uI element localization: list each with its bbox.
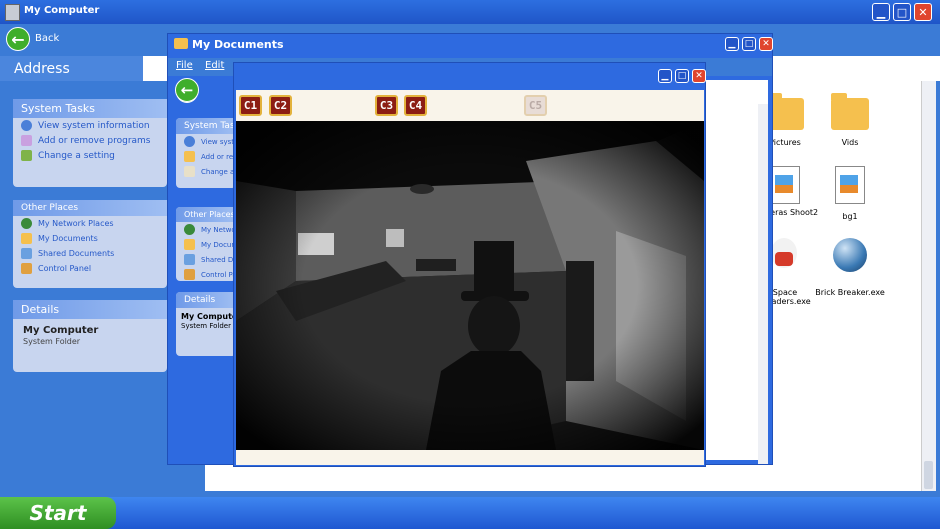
camera-scene-image: [236, 121, 704, 450]
back-arrow-icon: ←: [11, 29, 25, 49]
camera-selector-bar: [236, 90, 704, 121]
system-tasks-heading: System Tasks: [13, 99, 167, 118]
control-panel-icon: [184, 269, 195, 280]
details-type: System Folder: [23, 337, 81, 346]
security-camera-feed: [236, 121, 704, 450]
close-button[interactable]: ✕: [759, 37, 773, 51]
image-file-icon: [770, 166, 800, 204]
details-heading: Details: [13, 300, 167, 319]
folder-icon: [174, 38, 188, 49]
computer-icon: [5, 4, 20, 21]
close-button[interactable]: ✕: [914, 3, 932, 21]
back-arrow-icon: ←: [180, 81, 194, 99]
menu-edit[interactable]: Edit: [205, 60, 224, 71]
ball-icon: [833, 238, 867, 272]
camera-window-footer: [236, 450, 704, 465]
main-window-controls: ▁ □ ✕: [872, 3, 932, 21]
folder-icon: [184, 239, 195, 250]
other-places-panel: Other Places My Network Places My Docume…: [13, 200, 167, 288]
image-file-icon: [835, 166, 865, 204]
camera-button-c3[interactable]: C3: [375, 95, 398, 116]
main-window-title: My Computer: [24, 5, 100, 16]
vertical-scrollbar[interactable]: [921, 81, 936, 491]
file-item[interactable]: Vids: [815, 93, 885, 147]
cd-icon: [184, 151, 195, 162]
camera-window-controls: ▁ □ ✕: [658, 69, 706, 83]
folder-icon: [21, 233, 32, 244]
place-control-panel[interactable]: Control Panel: [13, 261, 167, 276]
system-tasks-panel: System Tasks View system information Add…: [13, 99, 167, 187]
settings-icon: [21, 150, 32, 161]
camera-button-c4[interactable]: C4: [404, 95, 427, 116]
close-button[interactable]: ✕: [692, 69, 706, 83]
start-button[interactable]: Start: [0, 497, 116, 529]
other-places-heading: Other Places: [13, 200, 167, 216]
globe-icon: [21, 218, 32, 229]
task-add-remove-programs[interactable]: Add or remove programs: [13, 133, 167, 148]
minimize-button[interactable]: ▁: [872, 3, 890, 21]
task-view-system-info[interactable]: View system information: [13, 118, 167, 133]
shared-folder-icon: [184, 254, 195, 265]
address-label: Address: [14, 61, 70, 77]
details-name: My Computer: [23, 325, 99, 336]
control-panel-icon: [21, 263, 32, 274]
docs-window-controls: ▁ □ ✕: [725, 37, 773, 51]
back-label[interactable]: Back: [35, 33, 59, 44]
menu-file[interactable]: File: [176, 60, 193, 71]
minimize-button[interactable]: ▁: [725, 37, 739, 51]
minimize-button[interactable]: ▁: [658, 69, 672, 83]
folder-icon: [831, 93, 869, 130]
scrollbar-thumb[interactable]: [924, 461, 933, 489]
docs-other-places-panel: Other Places My Network Places My Docume…: [176, 207, 236, 281]
shared-folder-icon: [21, 248, 32, 259]
file-item[interactable]: Brick Breaker.exe: [815, 238, 885, 297]
globe-icon: [184, 224, 195, 235]
maximize-button[interactable]: □: [893, 3, 911, 21]
camera-button-c1[interactable]: C1: [239, 95, 262, 116]
cd-icon: [21, 135, 32, 146]
camera-back-button[interactable]: ←: [175, 78, 199, 102]
maximize-button[interactable]: □: [675, 69, 689, 83]
file-item[interactable]: bg1: [815, 166, 885, 221]
main-titlebar: My Computer ▁ □ ✕: [0, 0, 940, 24]
maximize-button[interactable]: □: [742, 37, 756, 51]
docs-system-tasks-panel: System Tasks View system information Add…: [176, 118, 236, 188]
info-icon: [21, 120, 32, 131]
details-panel: Details My Computer System Folder: [13, 300, 167, 372]
camera-button-c5[interactable]: C5: [524, 95, 547, 116]
info-icon: [184, 136, 195, 147]
docs-window-title: My Documents: [192, 38, 284, 51]
taskbar: [0, 497, 940, 529]
place-my-documents[interactable]: My Documents: [13, 231, 167, 246]
task-change-setting[interactable]: Change a setting: [13, 148, 167, 163]
back-button[interactable]: ←: [6, 27, 30, 51]
place-network[interactable]: My Network Places: [13, 216, 167, 231]
place-shared-documents[interactable]: Shared Documents: [13, 246, 167, 261]
settings-icon: [184, 166, 195, 177]
docs-details-panel: Details My Computer System Folder: [176, 292, 236, 356]
camera-button-c2[interactable]: C2: [269, 95, 292, 116]
docs-scrollbar[interactable]: [758, 104, 768, 464]
